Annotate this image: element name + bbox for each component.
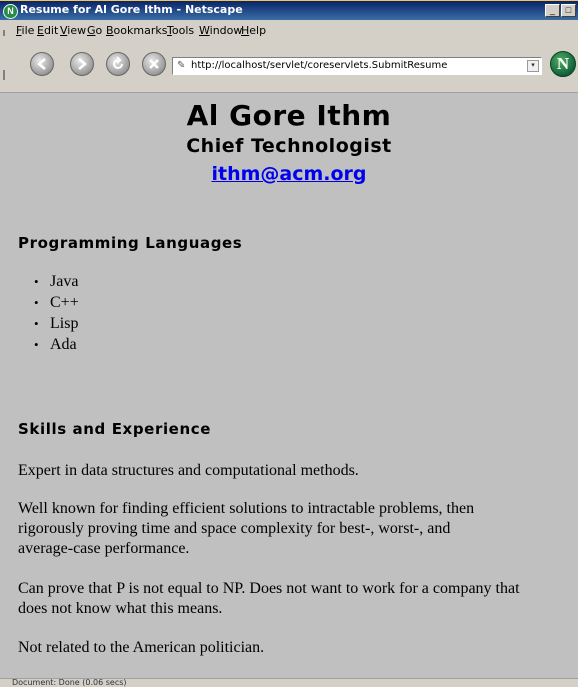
- forward-button[interactable]: [70, 52, 94, 76]
- url-text[interactable]: http://localhost/servlet/coreservlets.Su…: [191, 60, 447, 71]
- skills-paragraph: Not related to the American politician.: [18, 638, 578, 658]
- browser-window: N Resume for Al Gore Ithm - Netscape _ □…: [0, 0, 578, 687]
- paragraph-line: Not related to the American politician.: [18, 639, 265, 656]
- skills-paragraph: Expert in data structures and computatio…: [18, 461, 578, 481]
- skills-paragraph: Can prove that P is not equal to NP. Doe…: [18, 579, 578, 619]
- reload-icon: [113, 56, 123, 69]
- resume-job-title: Chief Technologist: [186, 135, 392, 157]
- languages-list: Java C++ Lisp Ada: [34, 271, 79, 355]
- stop-icon: [149, 59, 159, 69]
- menu-bar: File Edit View Go Bookmarks Tools Window…: [0, 20, 578, 40]
- resume-email-link[interactable]: ithm@acm.org: [0, 163, 578, 185]
- paragraph-line: Expert in data structures and computatio…: [18, 462, 359, 479]
- skills-paragraph: Well known for finding efficient solutio…: [18, 499, 578, 559]
- netscape-throbber-icon[interactable]: N: [550, 51, 576, 77]
- menu-bookmarks[interactable]: Bookmarks: [106, 24, 167, 37]
- paragraph-line: does not know what this means.: [18, 600, 223, 617]
- status-text: Document: Done (0.06 secs): [12, 678, 127, 687]
- paragraph-line: Well known for finding efficient solutio…: [18, 500, 475, 517]
- reload-button[interactable]: [106, 52, 130, 76]
- resume-name: Al Gore Ithm: [186, 99, 392, 132]
- paragraph-line: rigorously proving time and space comple…: [18, 520, 451, 537]
- paragraph-line: Can prove that P is not equal to NP. Doe…: [18, 580, 520, 597]
- back-button[interactable]: [30, 52, 54, 76]
- minimize-button[interactable]: _: [545, 4, 560, 17]
- menu-edit[interactable]: Edit: [37, 24, 58, 37]
- skills-heading: Skills and Experience: [18, 420, 212, 438]
- list-item: C++: [34, 292, 79, 313]
- menu-view[interactable]: View: [60, 24, 86, 37]
- toolbar-grip-icon[interactable]: [3, 30, 11, 36]
- toolbar-grip-icon[interactable]: [3, 70, 11, 80]
- window-title: Resume for Al Gore Ithm - Netscape: [20, 3, 243, 16]
- paragraph-line: average-case performance.: [18, 540, 190, 557]
- status-bar: Document: Done (0.06 secs): [0, 678, 578, 687]
- menu-window[interactable]: Window: [199, 24, 242, 37]
- stop-button[interactable]: [142, 52, 166, 76]
- list-item: Ada: [34, 334, 79, 355]
- title-bar[interactable]: N Resume for Al Gore Ithm - Netscape _ □: [0, 0, 578, 20]
- maximize-button[interactable]: □: [561, 4, 576, 17]
- page-content: Al Gore Ithm Chief Technologist ithm@acm…: [0, 93, 578, 678]
- list-item: Lisp: [34, 313, 79, 334]
- navigation-toolbar: ✎ http://localhost/servlet/coreservlets.…: [0, 40, 578, 93]
- netscape-logo-icon: N: [3, 4, 18, 19]
- forward-icon: [78, 58, 87, 70]
- menu-tools[interactable]: Tools: [167, 24, 194, 37]
- menu-help[interactable]: Help: [241, 24, 266, 37]
- url-history-dropdown-icon[interactable]: ▾: [527, 60, 539, 72]
- list-item: Java: [34, 271, 79, 292]
- languages-heading: Programming Languages: [18, 234, 243, 252]
- menu-go[interactable]: Go: [87, 24, 102, 37]
- page-proxy-icon[interactable]: ✎: [177, 60, 185, 71]
- back-icon: [37, 58, 46, 70]
- menu-file[interactable]: File: [16, 24, 34, 37]
- url-field[interactable]: ✎ http://localhost/servlet/coreservlets.…: [172, 57, 542, 75]
